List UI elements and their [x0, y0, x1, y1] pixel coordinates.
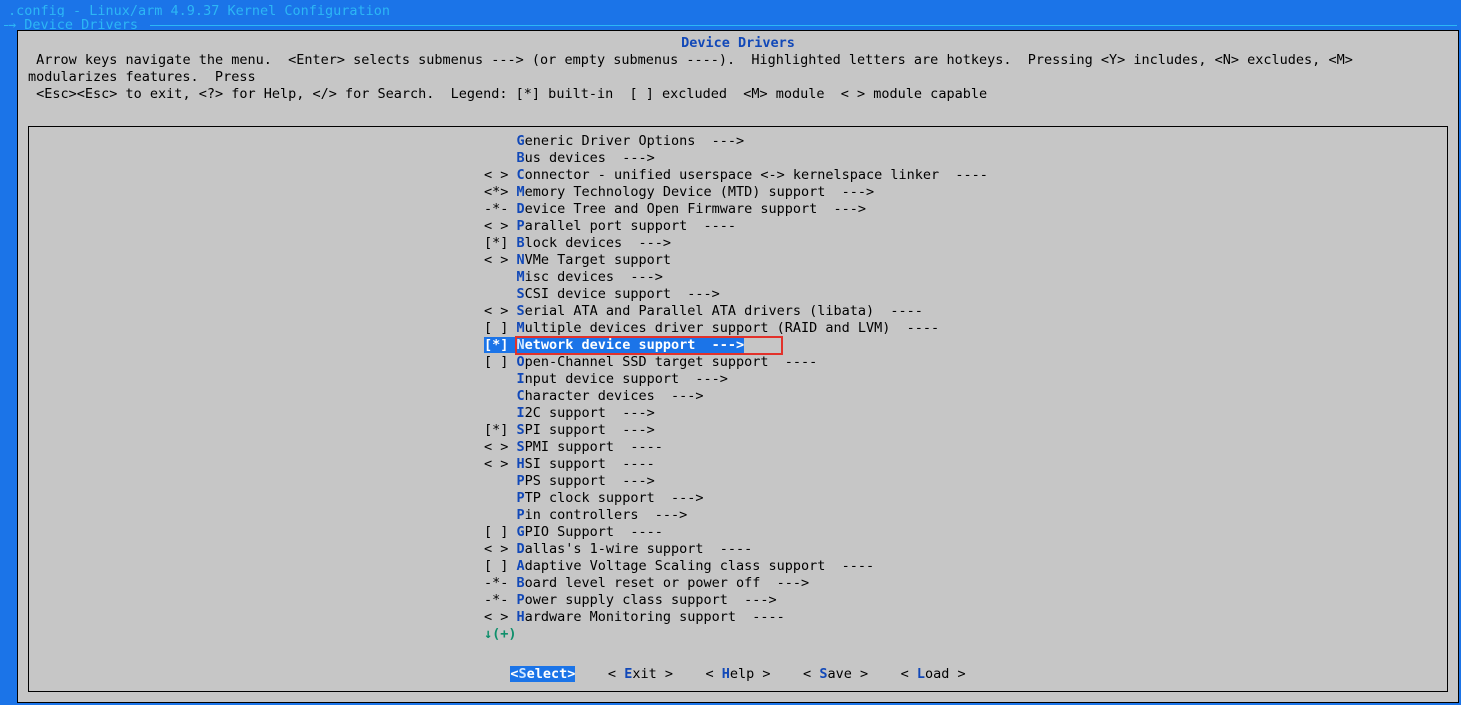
menu-item[interactable]: < > NVMe Target support: [29, 252, 1447, 269]
help-text-line1: Arrow keys navigate the menu. <Enter> se…: [28, 52, 1448, 86]
bottom-button[interactable]: <Select>: [510, 666, 575, 682]
menu-item[interactable]: [ ] GPIO Support ----: [29, 524, 1447, 541]
bottom-button[interactable]: < Exit >: [608, 666, 673, 682]
menu-item[interactable]: [*] Network device support --->: [29, 337, 1447, 354]
menu-item[interactable]: -*- Board level reset or power off --->: [29, 575, 1447, 592]
menu-item[interactable]: -*- Power supply class support --->: [29, 592, 1447, 609]
menu-box: Generic Driver Options ---> Bus devices …: [28, 126, 1448, 692]
help-text-line2: <Esc><Esc> to exit, <?> for Help, </> fo…: [28, 86, 1448, 103]
dialog-box: Device Drivers Arrow keys navigate the m…: [17, 30, 1459, 703]
bottom-button[interactable]: < Load >: [901, 666, 966, 682]
bottom-button[interactable]: < Save >: [803, 666, 868, 682]
menu-item[interactable]: -*- Device Tree and Open Firmware suppor…: [29, 201, 1447, 218]
menu-item[interactable]: Input device support --->: [29, 371, 1447, 388]
menu-item[interactable]: Misc devices --->: [29, 269, 1447, 286]
menu-item[interactable]: < > Connector - unified userspace <-> ke…: [29, 167, 1447, 184]
menu-item[interactable]: < > Serial ATA and Parallel ATA drivers …: [29, 303, 1447, 320]
menu-item[interactable]: PPS support --->: [29, 473, 1447, 490]
menu-item[interactable]: < > HSI support ----: [29, 456, 1447, 473]
menu-item[interactable]: [*] Block devices --->: [29, 235, 1447, 252]
menu-item[interactable]: < > Parallel port support ----: [29, 218, 1447, 235]
menu-list[interactable]: Generic Driver Options ---> Bus devices …: [29, 133, 1447, 626]
menu-item[interactable]: < > Dallas's 1-wire support ----: [29, 541, 1447, 558]
menu-item[interactable]: [*] SPI support --->: [29, 422, 1447, 439]
menu-item[interactable]: PTP clock support --->: [29, 490, 1447, 507]
menu-item[interactable]: Pin controllers --->: [29, 507, 1447, 524]
menu-item[interactable]: [ ] Open-Channel SSD target support ----: [29, 354, 1447, 371]
menu-item[interactable]: Character devices --->: [29, 388, 1447, 405]
scroll-down-indicator: ↓(+): [29, 626, 1447, 643]
menu-item[interactable]: Bus devices --->: [29, 150, 1447, 167]
menu-item[interactable]: I2C support --->: [29, 405, 1447, 422]
page-title: Device Drivers: [26, 35, 1450, 52]
menu-item[interactable]: < > Hardware Monitoring support ----: [29, 609, 1447, 626]
menu-item[interactable]: [ ] Multiple devices driver support (RAI…: [29, 320, 1447, 337]
menu-item[interactable]: Generic Driver Options --->: [29, 133, 1447, 150]
window-title: .config - Linux/arm 4.9.37 Kernel Config…: [0, 0, 1461, 17]
menu-item[interactable]: < > SPMI support ----: [29, 439, 1447, 456]
menu-item[interactable]: SCSI device support --->: [29, 286, 1447, 303]
button-bar: <Select> < Exit > < Help > < Save > < Lo…: [29, 666, 1447, 683]
menu-item[interactable]: <*> Memory Technology Device (MTD) suppo…: [29, 184, 1447, 201]
menu-item[interactable]: [ ] Adaptive Voltage Scaling class suppo…: [29, 558, 1447, 575]
bottom-button[interactable]: < Help >: [705, 666, 770, 682]
menuconfig-screen: .config - Linux/arm 4.9.37 Kernel Config…: [0, 0, 1461, 705]
